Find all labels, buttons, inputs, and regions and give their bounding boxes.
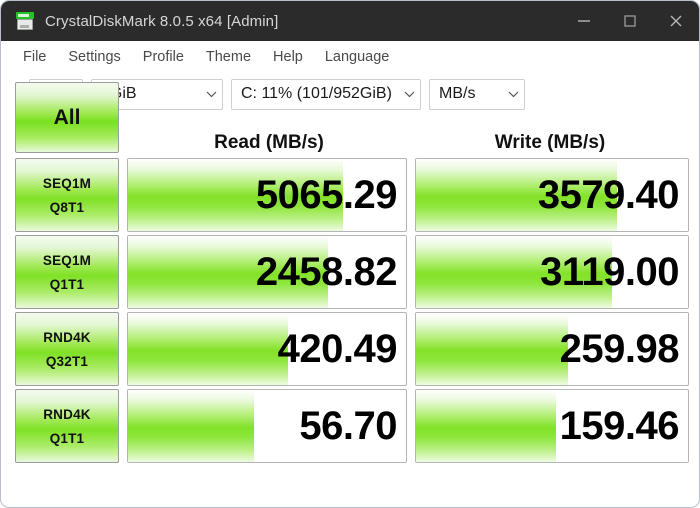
write-result-cell: 3119.00 xyxy=(415,235,689,309)
chevron-down-icon xyxy=(502,91,524,98)
close-icon[interactable] xyxy=(653,1,699,41)
read-value: 2458.82 xyxy=(255,250,398,294)
test-label-top: SEQ1M xyxy=(42,175,92,191)
write-result-cell: 259.98 xyxy=(415,312,689,386)
write-bar xyxy=(416,313,569,385)
window-title: CrystalDiskMark 8.0.5 x64 [Admin] xyxy=(45,12,279,30)
menu-item-theme[interactable]: Theme xyxy=(195,47,262,67)
write-column-header: Write (MB/s) xyxy=(494,132,606,153)
read-result-cell: 2458.82 xyxy=(127,235,407,309)
unit-select[interactable]: MB/s xyxy=(429,78,525,110)
write-value: 259.98 xyxy=(559,327,680,371)
window-controls xyxy=(561,1,699,41)
menu-item-language[interactable]: Language xyxy=(314,47,401,67)
test-button-seq1m-q8t1[interactable]: SEQ1M Q8T1 xyxy=(15,158,119,232)
test-label-bottom: Q32T1 xyxy=(45,353,89,369)
write-result-cell: 159.46 xyxy=(415,389,689,463)
minimize-icon[interactable] xyxy=(561,1,607,41)
crystaldiskmark-icon xyxy=(15,11,35,31)
read-column-header: Read (MB/s) xyxy=(214,132,324,153)
read-value: 5065.29 xyxy=(255,173,398,217)
chevron-down-icon xyxy=(398,91,420,98)
title-bar: CrystalDiskMark 8.0.5 x64 [Admin] xyxy=(1,1,699,41)
drive-select[interactable]: C: 11% (101/952GiB) xyxy=(231,78,421,110)
write-value: 3119.00 xyxy=(540,250,679,294)
write-result-cell: 3579.40 xyxy=(415,158,689,232)
table-row: SEQ1M Q1T1 2458.82 3119.00 xyxy=(15,235,689,309)
write-bar xyxy=(416,390,557,462)
test-label-bottom: Q8T1 xyxy=(49,199,85,215)
test-label-top: RND4K xyxy=(43,329,91,345)
menu-item-profile[interactable]: Profile xyxy=(132,47,195,67)
write-value: 3579.40 xyxy=(537,173,680,217)
table-row: SEQ1M Q8T1 5065.29 3579.40 xyxy=(15,158,689,232)
chevron-down-icon xyxy=(200,91,222,98)
test-label-bottom: Q1T1 xyxy=(49,276,85,292)
read-value: 56.70 xyxy=(299,404,397,448)
test-button-seq1m-q1t1[interactable]: SEQ1M Q1T1 xyxy=(15,235,119,309)
menu-item-help[interactable]: Help xyxy=(262,47,314,67)
unit-value: MB/s xyxy=(439,85,476,102)
read-result-cell: 5065.29 xyxy=(127,158,407,232)
write-value: 159.46 xyxy=(559,404,680,448)
read-result-cell: 56.70 xyxy=(127,389,407,463)
read-bar xyxy=(128,313,288,385)
all-button[interactable]: All xyxy=(15,82,119,153)
results-table: SEQ1M Q8T1 5065.29 3579.40 SEQ1M Q1T1 24… xyxy=(15,158,689,466)
drive-value: C: 11% (101/952GiB) xyxy=(241,85,392,102)
crystaldiskmark-window: CrystalDiskMark 8.0.5 x64 [Admin] File S… xyxy=(0,0,700,508)
table-row: RND4K Q32T1 420.49 259.98 xyxy=(15,312,689,386)
maximize-icon[interactable] xyxy=(607,1,653,41)
test-button-rnd4k-q1t1[interactable]: RND4K Q1T1 xyxy=(15,389,119,463)
table-row: RND4K Q1T1 56.70 159.46 xyxy=(15,389,689,463)
read-result-cell: 420.49 xyxy=(127,312,407,386)
test-button-rnd4k-q32t1[interactable]: RND4K Q32T1 xyxy=(15,312,119,386)
menu-item-file[interactable]: File xyxy=(12,47,57,67)
read-value: 420.49 xyxy=(277,327,398,371)
menu-item-settings[interactable]: Settings xyxy=(57,47,131,67)
read-bar xyxy=(128,390,255,462)
menu-bar: File Settings Profile Theme Help Languag… xyxy=(1,41,699,72)
test-label-bottom: Q1T1 xyxy=(49,430,85,446)
column-headers: Read (MB/s) Write (MB/s) xyxy=(127,129,689,157)
test-label-top: SEQ1M xyxy=(42,252,92,268)
test-label-top: RND4K xyxy=(43,406,91,422)
